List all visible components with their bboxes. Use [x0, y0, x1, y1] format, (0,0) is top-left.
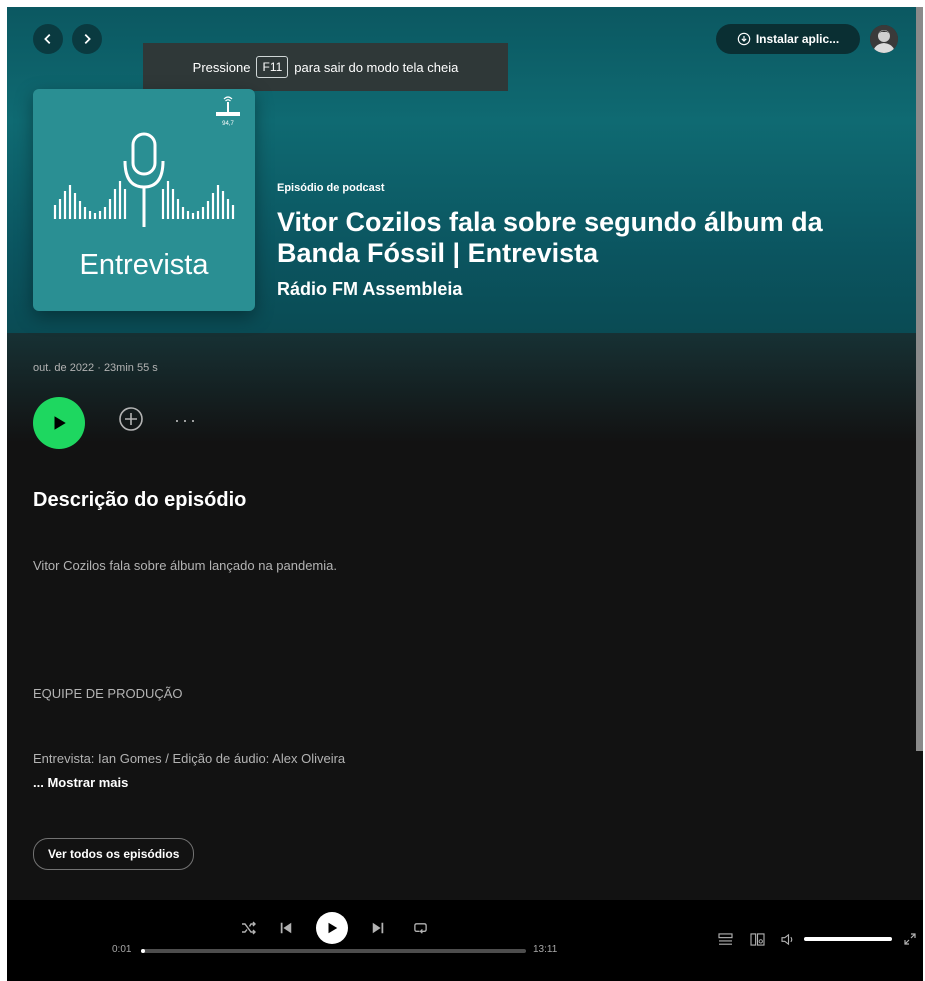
- duration-time: 13:11: [533, 944, 558, 955]
- user-icon: [870, 25, 898, 53]
- f11-key: F11: [256, 56, 289, 78]
- svg-text:94,7: 94,7: [222, 121, 234, 127]
- play-episode-button[interactable]: [33, 397, 85, 449]
- next-button[interactable]: [365, 915, 391, 941]
- queue-button[interactable]: [715, 931, 735, 947]
- repeat-icon: [413, 922, 427, 934]
- more-icon[interactable]: ···: [174, 410, 198, 431]
- player-bar: 0:01 13:11: [7, 900, 923, 981]
- play-button[interactable]: [316, 912, 348, 944]
- fullscreen-button[interactable]: [902, 931, 918, 947]
- fullscreen-notice-before: Pressione: [192, 59, 251, 75]
- elapsed-time: 0:01: [112, 944, 132, 955]
- mute-button[interactable]: [778, 931, 798, 947]
- add-circle-icon[interactable]: [118, 406, 144, 432]
- progress-bar[interactable]: [141, 949, 526, 953]
- play-icon: [328, 922, 338, 934]
- station-logo-icon: 94,7: [216, 96, 240, 127]
- download-icon: [737, 32, 751, 46]
- volume-slider[interactable]: [804, 937, 892, 941]
- fullscreen-notice: Pressione F11 para sair do modo tela che…: [143, 43, 508, 91]
- show-more-link[interactable]: ... Mostrar mais: [33, 775, 128, 790]
- connect-device-button[interactable]: [747, 931, 767, 947]
- volume-fill: [804, 937, 892, 941]
- fullscreen-icon: [904, 933, 916, 945]
- queue-icon: [717, 932, 733, 945]
- install-app-label: Instalar aplic...: [755, 32, 840, 46]
- play-icon: [54, 416, 66, 430]
- episode-title: Vitor Cozilos fala sobre segundo álbum d…: [277, 207, 823, 268]
- chevron-left-icon: [44, 34, 51, 44]
- app-window: Instalar aplic... Pressione F11 para sai…: [7, 7, 923, 981]
- episode-cover: 94,7 Entrevista: [33, 89, 255, 311]
- episode-meta: out. de 2022 · 23min 55 s: [33, 362, 158, 374]
- crew-heading: EQUIPE DE PRODUÇÃO: [33, 686, 183, 701]
- install-app-button[interactable]: Instalar aplic...: [716, 24, 860, 54]
- back-button[interactable]: [33, 24, 63, 54]
- all-episodes-button[interactable]: Ver todos os episódios: [33, 838, 195, 870]
- user-avatar[interactable]: [870, 25, 898, 53]
- description-summary: Vitor Cozilos fala sobre álbum lançado n…: [33, 558, 337, 573]
- shuffle-icon: [242, 921, 256, 935]
- description-heading: Descrição do episódio: [33, 489, 247, 511]
- main-view: Instalar aplic... Pressione F11 para sai…: [7, 7, 923, 900]
- crew-credits: Entrevista: Ian Gomes / Edição de áudio:…: [33, 751, 346, 766]
- cover-title: Entrevista: [79, 249, 209, 281]
- scrollbar[interactable]: [916, 7, 923, 751]
- show-name-link[interactable]: Rádio FM Assembleia: [277, 279, 462, 300]
- fullscreen-notice-after: para sair do modo tela cheia: [294, 59, 459, 75]
- previous-button[interactable]: [273, 915, 299, 941]
- repeat-button[interactable]: [407, 915, 433, 941]
- shuffle-button[interactable]: [236, 915, 262, 941]
- volume-icon: [780, 933, 792, 945]
- chevron-right-icon: [84, 34, 91, 44]
- episode-type: Episódio de podcast: [277, 182, 385, 194]
- forward-button[interactable]: [72, 24, 102, 54]
- next-icon: [372, 922, 384, 934]
- device-icon: [749, 932, 765, 946]
- previous-icon: [280, 922, 292, 934]
- progress-fill: [141, 949, 145, 953]
